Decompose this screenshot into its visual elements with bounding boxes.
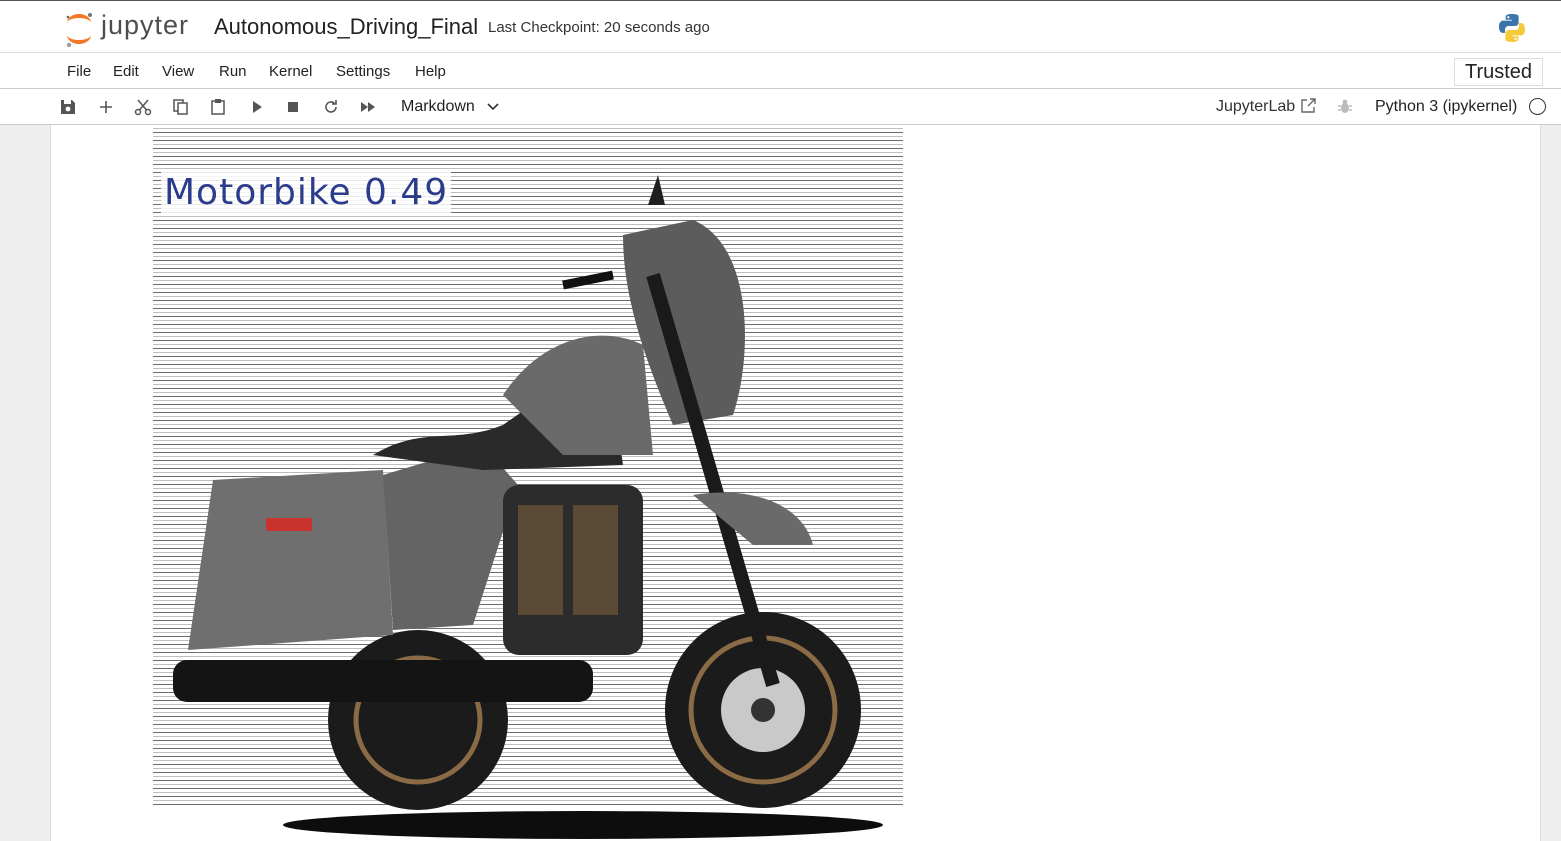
external-link-icon[interactable] <box>1300 97 1317 114</box>
jupyterlab-link[interactable]: JupyterLab <box>1216 98 1295 116</box>
python-logo-icon <box>1499 14 1525 42</box>
output-image: Motorbike 0.49 <box>153 125 903 841</box>
detection-label: Motorbike 0.49 <box>161 172 452 213</box>
menu-file[interactable]: File <box>67 63 91 80</box>
menu-settings[interactable]: Settings <box>336 63 390 80</box>
trusted-indicator[interactable]: Trusted <box>1454 58 1543 86</box>
notebook-toolbar: Markdown JupyterLab Python 3 (ipykernel) <box>0 89 1561 125</box>
fast-forward-icon <box>361 102 375 112</box>
copy-icon <box>173 99 188 115</box>
kernel-idle-icon <box>1529 98 1546 115</box>
save-button[interactable] <box>58 97 78 117</box>
insert-cell-button[interactable] <box>96 97 116 117</box>
run-button[interactable] <box>247 97 267 117</box>
checkpoint-status: Last Checkpoint: 20 seconds ago <box>488 19 710 36</box>
stop-icon <box>288 102 298 112</box>
menu-view[interactable]: View <box>162 63 194 80</box>
menu-help[interactable]: Help <box>415 63 446 80</box>
restart-button[interactable] <box>321 97 341 117</box>
save-icon <box>61 100 75 114</box>
notebook-header: jupyter Autonomous_Driving_Final Last Ch… <box>0 0 1561 53</box>
motorbike-image <box>153 175 903 841</box>
chevron-down-icon <box>487 103 499 110</box>
cut-button[interactable] <box>133 97 153 117</box>
cut-icon <box>134 99 152 116</box>
notebook-title[interactable]: Autonomous_Driving_Final <box>214 14 478 40</box>
run-icon <box>253 101 262 113</box>
jupyter-logo-text: jupyter <box>101 10 190 40</box>
copy-button[interactable] <box>171 97 191 117</box>
menu-kernel[interactable]: Kernel <box>269 63 312 80</box>
menu-bar: File Edit View Run Kernel Settings Help … <box>0 53 1561 89</box>
restart-icon <box>325 100 337 113</box>
cell-type-value: Markdown <box>401 98 475 115</box>
paste-icon <box>211 99 225 115</box>
cell-type-select[interactable]: Markdown <box>401 98 499 116</box>
debugger-icon[interactable] <box>1337 98 1353 115</box>
menu-run[interactable]: Run <box>219 63 247 80</box>
kernel-name[interactable]: Python 3 (ipykernel) <box>1375 98 1517 116</box>
notebook-panel: Motorbike 0.49 <box>50 125 1541 841</box>
menu-edit[interactable]: Edit <box>113 63 139 80</box>
interrupt-button[interactable] <box>283 97 303 117</box>
paste-button[interactable] <box>208 97 228 117</box>
add-cell-icon <box>100 101 112 113</box>
restart-run-all-button[interactable] <box>358 97 378 117</box>
